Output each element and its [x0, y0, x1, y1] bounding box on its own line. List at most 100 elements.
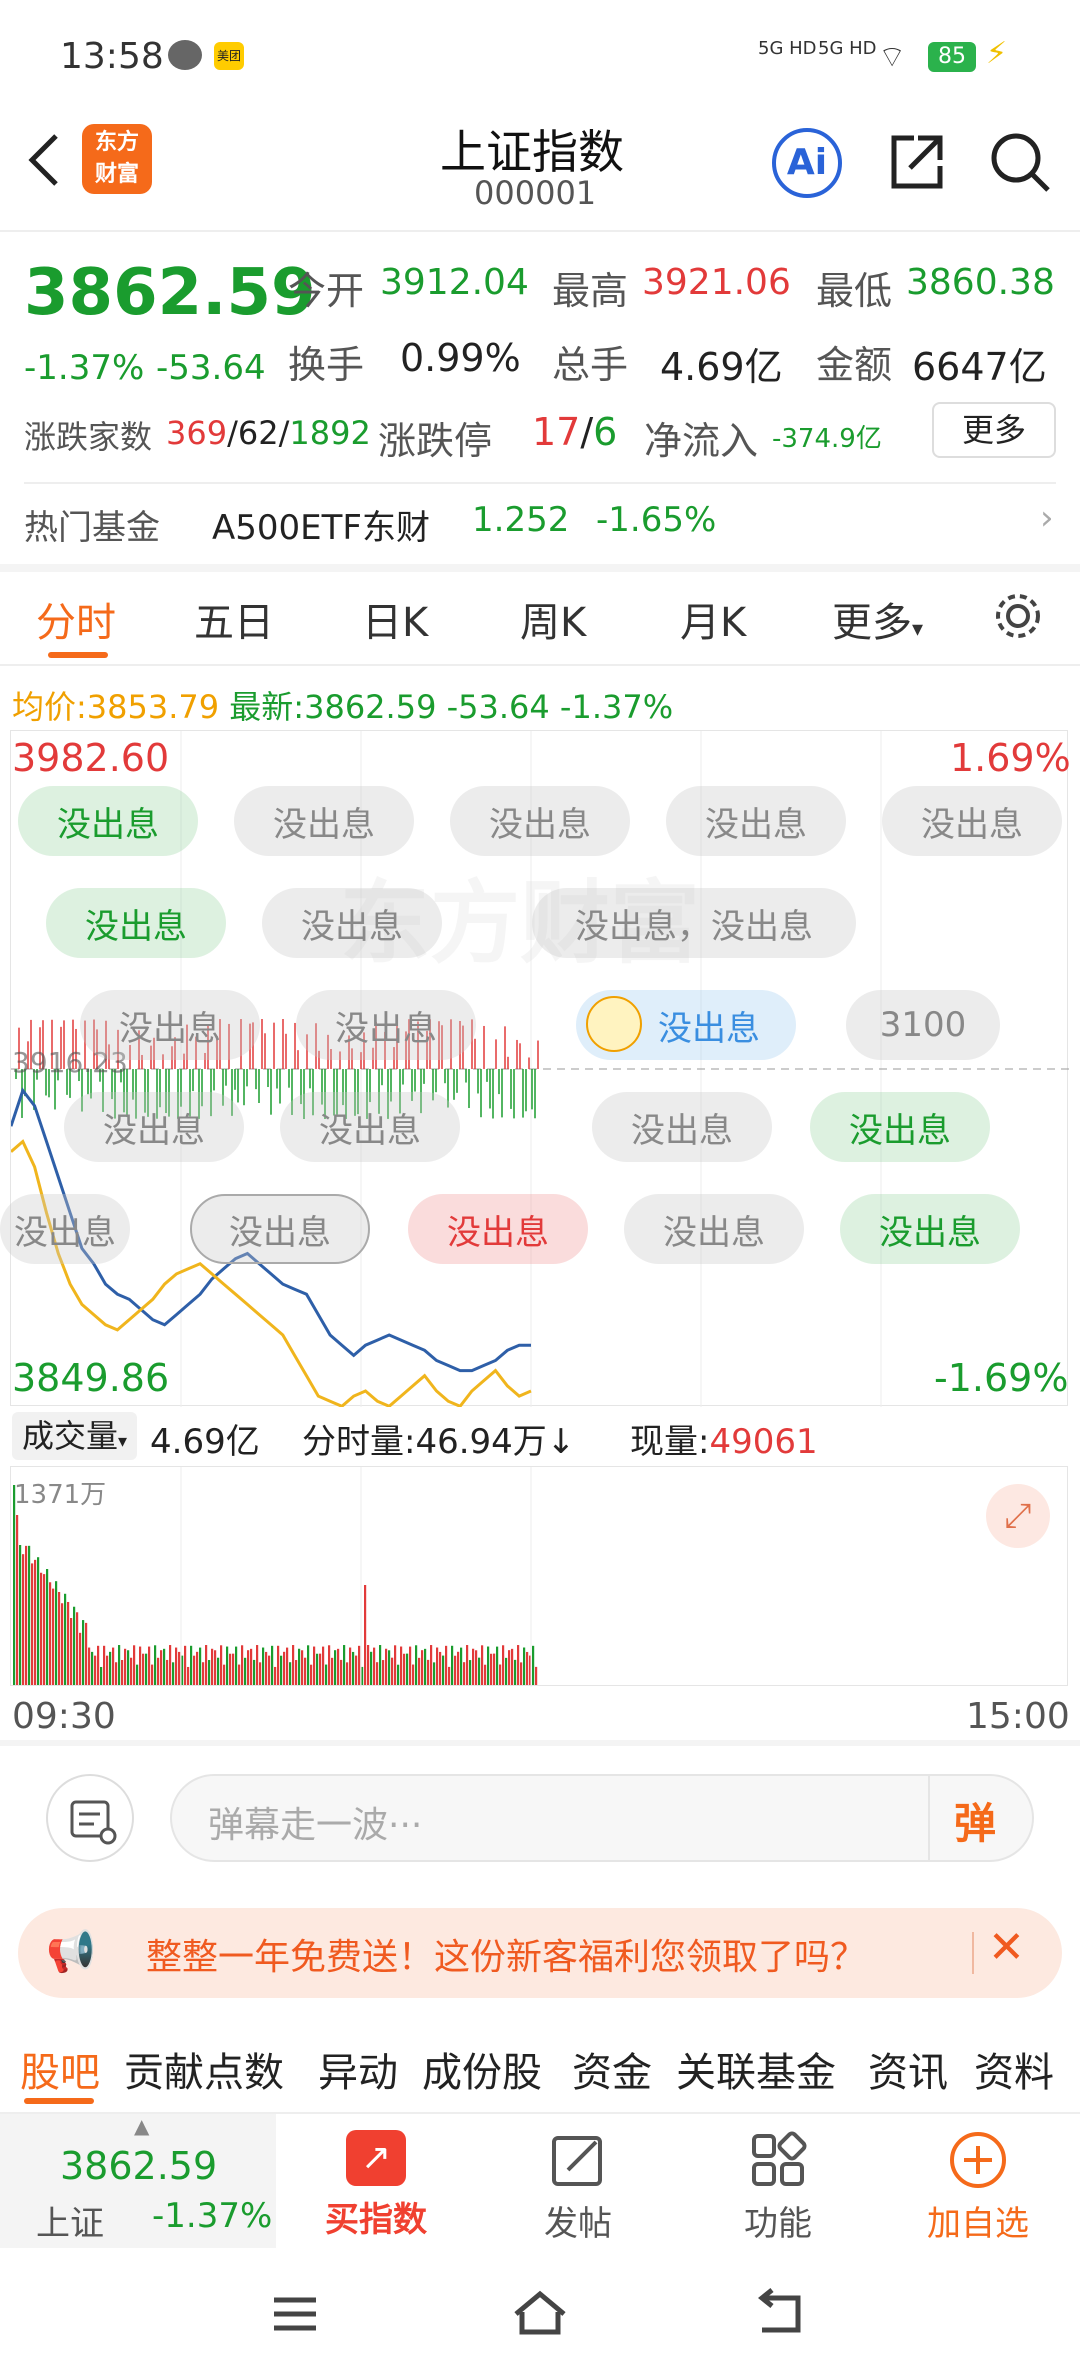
tab-weekly-k[interactable]: 周K [520, 590, 586, 648]
volume-bar [229, 1653, 232, 1685]
volume-bar [505, 1657, 508, 1685]
volume-bar [67, 1601, 70, 1685]
volume-bar [91, 1651, 94, 1685]
back-icon[interactable] [24, 130, 64, 190]
volume-bar [466, 1645, 469, 1685]
hot-fund-row[interactable]: 热门基金 A500ETF东财 1.252 -1.65% › [0, 484, 1080, 564]
danmaku-bubble[interactable]: 没出息 [666, 786, 846, 856]
volume-bar [154, 1645, 157, 1685]
promo-banner[interactable]: 📢 整整一年免费送！这份新客福利您领取了吗？ ✕ [18, 1908, 1062, 1998]
share-icon[interactable] [884, 130, 948, 194]
ai-icon[interactable]: Ai [772, 128, 842, 198]
buy-index-button[interactable]: ↗ 买指数 [316, 2130, 436, 2241]
danmaku-bubble[interactable]: 没出息 [810, 1092, 990, 1162]
danmaku-bubble[interactable]: 没出息 [408, 1194, 588, 1264]
current-price: 3862.59 [24, 256, 316, 330]
menu-icon[interactable] [270, 2294, 320, 2334]
volume-bar [376, 1662, 379, 1685]
functions-button[interactable]: 功能 [718, 2130, 838, 2245]
tab-movement[interactable]: 异动 [318, 2040, 398, 2098]
volume-bar [109, 1651, 112, 1685]
post-button[interactable]: 发帖 [518, 2130, 638, 2245]
danmaku-send-button[interactable]: 弹 [954, 1790, 996, 1851]
volume-bar [499, 1664, 502, 1685]
volume-bar [145, 1653, 148, 1685]
volume-bar [112, 1647, 115, 1685]
volume-bar [115, 1662, 118, 1685]
volume-bar [34, 1559, 37, 1685]
danmaku-input[interactable]: 弹幕走一波··· 弹 [170, 1774, 1034, 1862]
close-icon[interactable]: ✕ [988, 1922, 1025, 1973]
volume-bar [199, 1647, 202, 1685]
danmaku-bubble[interactable]: 没出息 [296, 990, 476, 1060]
danmaku-bubble[interactable]: 没出息 [234, 786, 414, 856]
volume-bar [349, 1647, 352, 1685]
volume-bar [193, 1655, 196, 1685]
tab-more[interactable]: 更多▾ [832, 590, 923, 648]
tick-bar [480, 1069, 482, 1118]
danmaku-bubble[interactable]: 没出息 [840, 1194, 1020, 1264]
tab-intraday[interactable]: 分时 [36, 590, 116, 648]
tick-bar [456, 1069, 458, 1093]
edit-icon [552, 2136, 602, 2186]
system-nav [0, 2248, 1080, 2376]
tab-monthly-k[interactable]: 月K [680, 590, 746, 648]
volume-bar [514, 1659, 517, 1685]
danmaku-bubble[interactable]: 没出息 [262, 888, 442, 958]
add-watchlist-button[interactable]: 加自选 [918, 2130, 1038, 2245]
volume-type-select[interactable]: 成交量▾ [12, 1412, 138, 1460]
danmaku-bubble[interactable]: 没出息 [190, 1194, 370, 1264]
volume-bar [328, 1645, 331, 1685]
signal-1: 5G HD [758, 38, 817, 59]
volume-bar [100, 1666, 103, 1685]
danmaku-bubble[interactable]: 没出息 [80, 990, 260, 1060]
danmaku-bubble[interactable]: 3100 [846, 990, 1000, 1060]
volume-bar [496, 1646, 499, 1685]
volume-bar [64, 1593, 67, 1685]
volume-max: 1371万 [14, 1480, 107, 1510]
danmaku-bubble[interactable]: 没出息，没出息 [532, 888, 856, 958]
tab-related-funds[interactable]: 关联基金 [676, 2040, 836, 2098]
back-nav-icon[interactable] [754, 2288, 806, 2338]
danmaku-bubble[interactable]: 没出息 [46, 888, 226, 958]
danmaku-bubble[interactable]: 没出息 [592, 1092, 772, 1162]
danmaku-placeholder: 弹幕走一波··· [208, 1805, 423, 1846]
tab-constituents[interactable]: 成份股 [422, 2040, 542, 2098]
search-icon[interactable] [988, 128, 1052, 196]
volume-bar [493, 1653, 496, 1685]
danmaku-bubble[interactable]: 没出息 [882, 786, 1062, 856]
volume-bar [307, 1645, 310, 1685]
tab-daily-k[interactable]: 日K [362, 590, 428, 648]
volume-bar [286, 1647, 289, 1685]
danmaku-bubble[interactable]: 没出息 [0, 1194, 130, 1264]
volume-bar [37, 1557, 40, 1685]
volume-chart[interactable] [10, 1466, 1068, 1687]
more-button[interactable]: 更多 [932, 402, 1056, 458]
danmaku-bubble[interactable]: 没出息 [450, 786, 630, 856]
index-mini-quote[interactable]: ▲ 3862.59 上证 -1.37% [0, 2114, 276, 2250]
tab-funds[interactable]: 资金 [572, 2040, 652, 2098]
tab-contribution[interactable]: 贡献点数 [124, 2040, 284, 2098]
tab-news[interactable]: 资讯 [868, 2040, 948, 2098]
tick-bar [261, 1019, 263, 1069]
tick-bar [237, 1069, 239, 1103]
danmaku-settings-icon[interactable] [46, 1774, 134, 1862]
megaphone-icon: 📢 [46, 1929, 96, 1975]
plus-circle-icon [950, 2132, 1006, 2188]
danmaku-bubble[interactable]: 没出息 [18, 786, 198, 856]
chart-bottom-pct: -1.69% [934, 1356, 1069, 1400]
volume-bar [370, 1651, 373, 1685]
home-icon[interactable] [510, 2288, 570, 2338]
settings-gear-icon[interactable] [990, 588, 1046, 644]
volume-bar [433, 1662, 436, 1685]
expand-icon[interactable]: ⤢ [986, 1484, 1050, 1548]
tab-guba[interactable]: 股吧 [20, 2040, 100, 2098]
danmaku-bubble[interactable]: 没出息 [624, 1194, 804, 1264]
danmaku-bubble[interactable]: 没出息 [280, 1092, 460, 1162]
tab-5day[interactable]: 五日 [194, 590, 274, 648]
eastmoney-logo[interactable]: 东方 财富 [82, 124, 152, 194]
danmaku-bubble[interactable]: 没出息 [64, 1092, 244, 1162]
tab-profile[interactable]: 资料 [974, 2040, 1054, 2098]
tick-bar [276, 1069, 278, 1089]
nav-index-name: 上证 [36, 2204, 104, 2244]
